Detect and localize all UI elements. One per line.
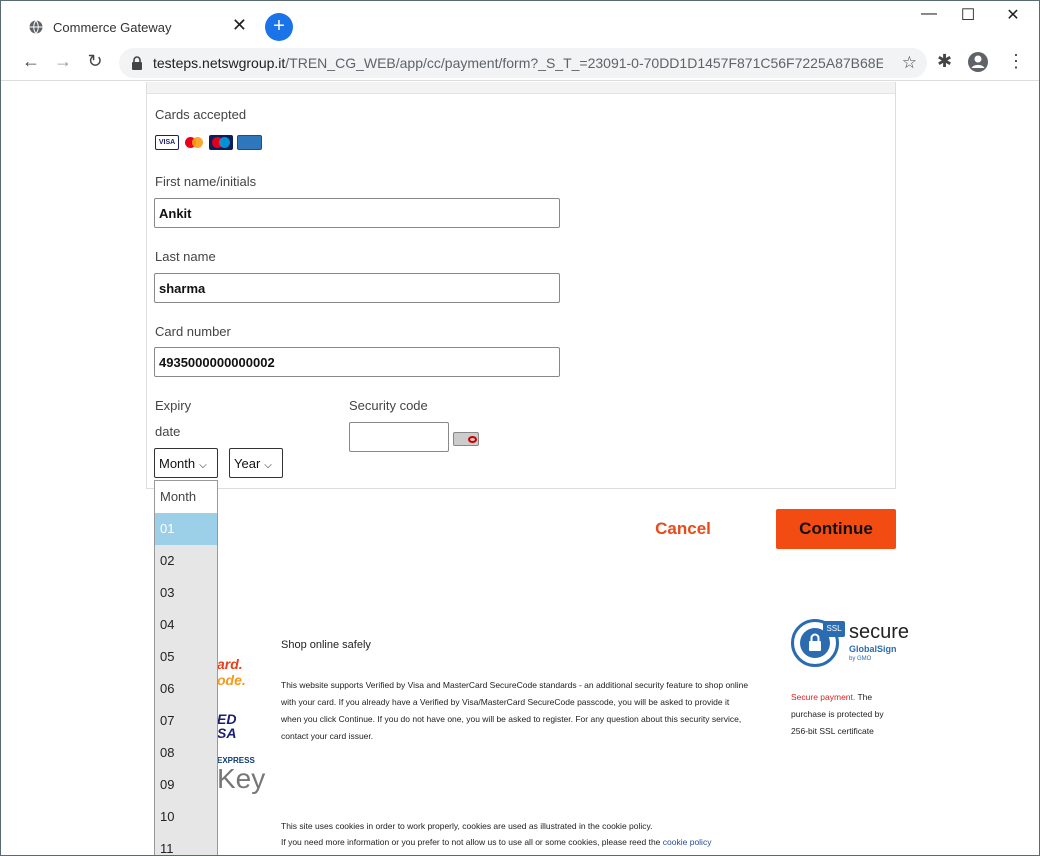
cancel-button[interactable]: Cancel [623,509,743,549]
first-name-label: First name/initials [155,174,257,189]
amex-icon [237,135,262,150]
mastercard-icon [183,135,205,150]
gs-globalsign-text: GlobalSign [849,644,897,654]
dropdown-option[interactable]: 08 [155,737,217,769]
dropdown-option-header[interactable]: Month [155,481,217,513]
month-select[interactable]: Month ⌵ [154,448,218,478]
cookie-notice-line2: If you need more information or you pref… [281,837,712,847]
globalsign-badge: SSL secure GlobalSign by GMO [791,619,921,669]
forward-icon[interactable]: → [51,51,75,72]
ssl-tag: SSL [823,621,845,637]
maestro-icon [209,135,233,150]
address-bar[interactable]: testeps.netswgroup.it/TREN_CG_WEB/app/cc… [119,48,927,78]
expiry-label: Expiry [155,398,192,413]
globe-icon [29,20,43,34]
last-name-label: Last name [155,249,216,264]
accepted-cards: VISA [155,135,262,150]
dropdown-option[interactable]: 01 [155,513,217,545]
mastercard-securecode-logo: ard. [217,656,243,672]
cards-accepted-label: Cards accepted [155,107,247,122]
dropdown-option[interactable]: 07 [155,705,217,737]
dropdown-option[interactable]: 03 [155,577,217,609]
security-code-input[interactable] [349,422,449,452]
profile-avatar-icon[interactable] [967,51,989,78]
chevron-down-icon: ⌵ [264,460,272,471]
bookmark-star-icon[interactable]: ☆ [902,53,917,73]
reload-icon[interactable]: ↻ [83,51,107,72]
secure-payment-text: Secure payment. The purchase is protecte… [791,692,884,736]
new-tab-button[interactable]: + [265,13,293,41]
browser-tab[interactable]: Commerce Gateway ✕ [15,9,259,45]
gs-gmo-text: by GMO [849,656,872,662]
continue-button[interactable]: Continue [776,509,896,549]
shop-safely-title: Shop online safely [281,639,371,651]
card-number-input[interactable]: 4935000000000002 [154,347,560,377]
title-bar: Commerce Gateway ✕ + — ☐ ✕ [1,1,1039,45]
chevron-down-icon: ⌵ [199,460,207,471]
close-window-icon[interactable]: ✕ [998,5,1028,25]
dropdown-option[interactable]: 11 [155,833,217,855]
payment-form: Cards accepted VISA First name/initials … [146,82,896,489]
lock-icon [132,56,142,70]
minimize-icon[interactable]: — [914,5,944,23]
dropdown-option[interactable]: 04 [155,609,217,641]
browser-window: Commerce Gateway ✕ + — ☐ ✕ ← → ↻ testeps… [0,0,1040,856]
extensions-icon[interactable]: ✱ [937,51,952,72]
year-select[interactable]: Year ⌵ [229,448,283,478]
shop-safely-text: This website supports Verified by Visa a… [281,680,749,741]
form-header-strip [147,82,895,94]
close-tab-icon[interactable]: ✕ [232,15,247,36]
month-dropdown-list: Month 01 02 03 04 05 06 07 08 09 10 11 [154,480,218,855]
dropdown-option[interactable]: 06 [155,673,217,705]
url-text: testeps.netswgroup.it/TREN_CG_WEB/app/cc… [153,55,883,71]
security-code-label: Security code [349,398,428,413]
browser-toolbar: ← → ↻ testeps.netswgroup.it/TREN_CG_WEB/… [1,45,1039,81]
cvv-hint-icon [453,432,479,446]
maximize-icon[interactable]: ☐ [953,5,983,25]
dropdown-option[interactable]: 09 [155,769,217,801]
card-number-label: Card number [155,324,231,339]
gs-secure-text: secure [849,621,910,643]
dropdown-option[interactable]: 05 [155,641,217,673]
dropdown-option[interactable]: 10 [155,801,217,833]
back-icon[interactable]: ← [19,51,43,72]
expiry-date-label: date [155,424,181,439]
verified-by-visa-logo-text: SA [217,725,237,741]
dropdown-option[interactable]: 02 [155,545,217,577]
first-name-input[interactable]: Ankit [154,198,560,228]
more-menu-icon[interactable]: ⋮ [1007,51,1025,72]
tab-title: Commerce Gateway [53,19,172,35]
securecode-logo-text: ode. [217,672,246,688]
cookie-notice-line1: This site uses cookies in order to work … [281,821,653,831]
cookie-policy-link[interactable]: cookie policy [663,837,712,847]
safekey-logo-text: Key [217,763,266,794]
visa-card-icon: VISA [155,135,179,150]
last-name-input[interactable]: sharma [154,273,560,303]
